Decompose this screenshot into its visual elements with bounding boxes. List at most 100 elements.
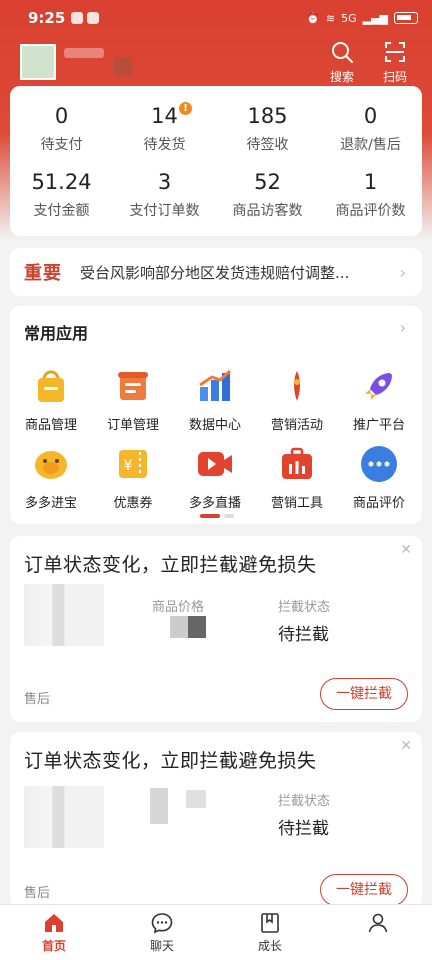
tab-profile[interactable] xyxy=(348,911,408,937)
stat-value: 52 xyxy=(254,170,281,194)
battery-icon xyxy=(394,12,418,24)
status-time: 9:25 xyxy=(28,9,66,27)
alert-badge: ! xyxy=(179,102,192,115)
app-duoduo-live[interactable]: 多多直播 xyxy=(174,444,256,511)
app-label: 推广平台 xyxy=(352,418,405,433)
stat-reviews[interactable]: 1 商品评价数 xyxy=(319,170,422,220)
app-product-management[interactable]: 商品管理 xyxy=(10,366,92,433)
wechat-notification-icon xyxy=(87,12,100,24)
price-blurred xyxy=(170,616,206,638)
order-alert-card: 订单状态变化，立即拦截避免损失 ✕ 商品价格 拦截状态 待拦截 售后 一键拦截 xyxy=(10,536,422,722)
wifi-icon: ≋ xyxy=(325,11,336,25)
app-label: 数据中心 xyxy=(188,418,241,433)
stat-label: 支付金额 xyxy=(33,203,90,219)
alarm-icon: ⏰ xyxy=(306,11,320,25)
tab-growth[interactable]: 成长 xyxy=(240,911,300,954)
scan-icon xyxy=(385,42,405,62)
order-scroll-icon xyxy=(113,366,153,406)
stat-pending-shipment[interactable]: 14 ! 待发货 xyxy=(113,102,216,154)
stat-value: 1 xyxy=(363,170,378,194)
stat-pending-receipt[interactable]: 185 待签收 xyxy=(216,104,319,154)
tab-chat[interactable]: 聊天 xyxy=(132,911,192,954)
field-label: 拦截状态 xyxy=(278,794,331,809)
info-blurred xyxy=(150,788,168,824)
app-label: 优惠券 xyxy=(113,496,153,511)
one-click-intercept-button[interactable]: 一键拦截 xyxy=(320,874,408,906)
app-notification-icon xyxy=(71,12,84,24)
one-click-intercept-button[interactable]: 一键拦截 xyxy=(320,678,408,710)
app-marketing-activity[interactable]: 营销活动 xyxy=(256,366,338,433)
stat-label: 待支付 xyxy=(40,137,83,153)
signal-icon: ▂▄▆ xyxy=(362,11,388,25)
shop-name-blurred xyxy=(64,48,104,58)
stat-value: 0 xyxy=(363,104,378,128)
shopping-bag-icon xyxy=(31,366,71,406)
app-label: 商品管理 xyxy=(24,418,77,433)
money-pig-icon xyxy=(31,444,71,484)
user-icon xyxy=(368,913,388,933)
stat-value: 14 xyxy=(151,104,178,128)
status-right: ⏰ ≋ 5G ▂▄▆ xyxy=(306,12,418,25)
stat-label: 待发货 xyxy=(143,137,186,153)
common-apps-card: 常用应用 › 商品管理 订单管理 数据中心 营销活动 推广平台 多多进宝 ¥ 优… xyxy=(10,306,422,524)
field-value: 待拦截 xyxy=(278,625,329,645)
status-bar: 9:25 ⏰ ≋ 5G ▂▄▆ xyxy=(0,0,432,36)
app-marketing-tools[interactable]: 营销工具 xyxy=(256,444,338,511)
notice-text: 受台风影响部分地区发货违规赔付调整... xyxy=(80,263,350,282)
stats-card: 0 待支付 14 ! 待发货 185 待签收 0 退款/售后 51.24 支付金… xyxy=(10,86,422,236)
stat-visitors[interactable]: 52 商品访客数 xyxy=(216,170,319,220)
app-coupon[interactable]: ¥ 优惠券 xyxy=(92,444,174,511)
after-sale-label: 售后 xyxy=(24,692,51,707)
stat-pending-payment[interactable]: 0 待支付 xyxy=(10,104,113,154)
apps-title: 常用应用 xyxy=(24,324,89,343)
tab-home[interactable]: 首页 xyxy=(24,911,84,954)
stat-payment-amount[interactable]: 51.24 支付金额 xyxy=(10,170,113,220)
stat-paid-orders[interactable]: 3 支付订单数 xyxy=(113,170,216,220)
stat-label: 商品评价数 xyxy=(335,203,406,219)
scan-label: 扫码 xyxy=(382,70,407,84)
live-video-icon xyxy=(195,444,235,484)
app-label: 订单管理 xyxy=(106,418,159,433)
chat-icon xyxy=(151,913,173,934)
important-notice[interactable]: 重要 受台风影响部分地区发货违规赔付调整... › xyxy=(10,248,422,296)
stat-label: 支付订单数 xyxy=(129,203,200,219)
stat-value: 51.24 xyxy=(31,170,92,194)
rocket-icon xyxy=(359,366,399,406)
field-label: 拦截状态 xyxy=(278,600,331,615)
order-alert-title: 订单状态变化，立即拦截避免损失 xyxy=(24,750,317,772)
tab-label: 成长 xyxy=(257,939,282,953)
coupon-icon: ¥ xyxy=(113,444,153,484)
app-label: 营销活动 xyxy=(270,418,323,433)
app-label: 多多进宝 xyxy=(24,496,77,511)
stat-label: 退款/售后 xyxy=(340,137,401,153)
after-sale-label: 售后 xyxy=(24,886,51,901)
home-icon xyxy=(45,914,63,932)
notice-tag: 重要 xyxy=(24,263,62,284)
book-icon xyxy=(261,913,279,933)
app-order-management[interactable]: 订单管理 xyxy=(92,366,174,433)
app-data-center[interactable]: 数据中心 xyxy=(174,366,256,433)
product-image-blurred xyxy=(24,786,104,848)
app-duoduo-jinbao[interactable]: 多多进宝 xyxy=(10,444,92,511)
comment-icon xyxy=(359,444,399,484)
order-alert-card: 订单状态变化，立即拦截避免损失 ✕ 拦截状态 待拦截 售后 一键拦截 xyxy=(10,732,422,908)
search-icon xyxy=(332,42,353,63)
stat-label: 商品访客数 xyxy=(232,203,303,219)
toolbox-icon xyxy=(277,444,317,484)
shop-avatar[interactable] xyxy=(20,44,56,80)
app-product-reviews[interactable]: 商品评价 xyxy=(338,444,420,511)
app-promotion-platform[interactable]: 推广平台 xyxy=(338,366,420,433)
chevron-right-icon[interactable]: › xyxy=(400,318,406,337)
scan-button[interactable]: 扫码 xyxy=(375,40,415,85)
stat-value: 185 xyxy=(247,104,288,128)
pager-dot-active xyxy=(200,514,220,518)
close-icon[interactable]: ✕ xyxy=(400,542,412,558)
info-blurred xyxy=(186,790,206,808)
app-label: 多多直播 xyxy=(188,496,241,511)
field-value: 待拦截 xyxy=(278,819,329,839)
tab-label: 首页 xyxy=(41,939,66,953)
close-icon[interactable]: ✕ xyxy=(400,738,412,754)
stat-refund[interactable]: 0 退款/售后 xyxy=(319,104,422,154)
search-button[interactable]: 搜索 xyxy=(322,40,362,85)
stat-value: 0 xyxy=(54,104,69,128)
